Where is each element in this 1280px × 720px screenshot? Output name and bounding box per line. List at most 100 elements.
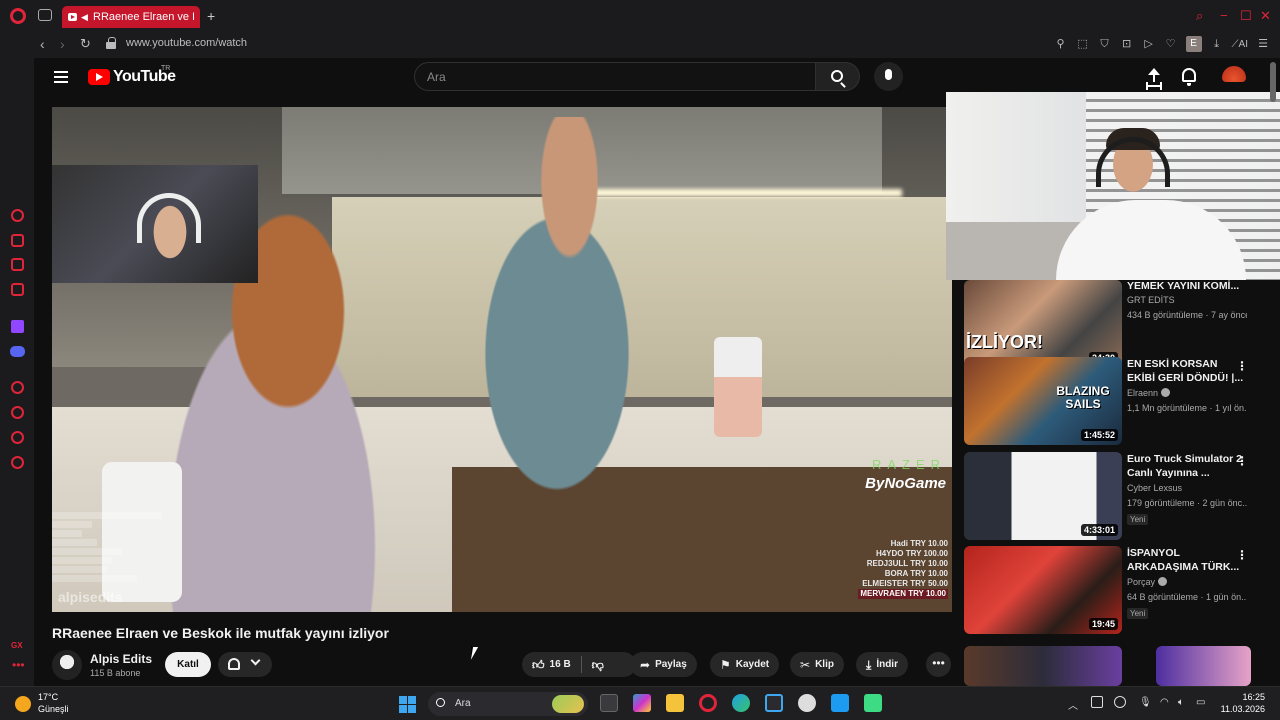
rec-more-icon[interactable]: ⋮ <box>1236 360 1248 372</box>
rec-title[interactable]: Euro Truck Simulator 2 Canlı Yayınına ..… <box>1127 452 1245 480</box>
wifi-icon[interactable]: ◠ <box>1160 697 1169 708</box>
rec-title[interactable]: YEMEK YAYINI KOMİ... <box>1127 280 1245 293</box>
heart-icon[interactable]: ♡ <box>1164 37 1178 51</box>
notifications-bell-icon[interactable] <box>1182 68 1196 82</box>
task-view-icon[interactable] <box>600 694 618 712</box>
android-app-icon[interactable] <box>864 694 882 712</box>
taskbar-search[interactable]: Ara <box>428 692 588 716</box>
search-tabs-icon[interactable]: ⌕ <box>1196 8 1203 24</box>
rec-thumbnail-side[interactable] <box>1156 646 1251 686</box>
rec-thumbnail[interactable]: BLAZING SAILS 1:45:52 <box>964 357 1122 445</box>
new-tab-button[interactable]: + <box>207 8 215 24</box>
like-count[interactable]: 16 B <box>550 659 571 670</box>
gx-control-icon[interactable] <box>11 209 24 222</box>
shield-icon[interactable]: ⛉ <box>1098 37 1112 51</box>
rec-item-partial[interactable] <box>964 646 1254 686</box>
gx-corner-icon[interactable] <box>11 234 24 247</box>
download-arrow-icon: ⤓ <box>866 657 872 672</box>
player-circle-icon[interactable] <box>11 381 24 394</box>
chatgpt-icon[interactable] <box>798 694 816 712</box>
download-icon[interactable]: ⤓ <box>1210 37 1224 51</box>
messenger-icon[interactable] <box>11 283 24 296</box>
download-button[interactable]: ⤓ İndir <box>856 652 908 677</box>
search-button[interactable] <box>816 62 860 91</box>
opera-logo-icon[interactable] <box>10 8 26 24</box>
rec-thumbnail[interactable] <box>964 646 1122 686</box>
pin-icon[interactable]: ⚲ <box>1054 37 1068 51</box>
channel-avatar[interactable] <box>52 650 82 680</box>
reload-icon[interactable]: ↻ <box>80 36 91 52</box>
file-explorer-icon[interactable] <box>666 694 684 712</box>
rec-channel[interactable]: Elraenn <box>1127 388 1171 398</box>
voice-search-button[interactable] <box>874 62 903 91</box>
copilot-icon[interactable] <box>633 694 651 712</box>
rec-thumbnail[interactable]: İZLİYOR! 24:30 <box>964 280 1122 368</box>
zoom-icon[interactable] <box>831 694 849 712</box>
taskbar-clock[interactable]: 16:25 11.03.2026 <box>1215 691 1265 715</box>
history-icon[interactable] <box>11 406 24 419</box>
join-button[interactable]: Katıl <box>165 652 211 677</box>
menu-hamburger-icon[interactable] <box>54 71 68 83</box>
vpn-icon[interactable]: ⊡ <box>1120 37 1134 51</box>
rec-channel[interactable]: GRT EDİTS <box>1127 295 1175 305</box>
easy-setup-icon[interactable]: ☰ <box>1256 37 1270 51</box>
thumbs-down-icon[interactable]: 👎︎ <box>592 659 604 671</box>
rec-title[interactable]: İSPANYOL ARKADAŞIMA TÜRK... <box>1127 546 1245 574</box>
rec-more-icon[interactable]: ⋮ <box>1236 455 1248 467</box>
rec-title[interactable]: EN ESKİ KORSAN EKİBİ GERİ DÖNDÜ! |... <box>1127 357 1245 385</box>
rec-item[interactable]: 19:45 İSPANYOL ARKADAŞIMA TÜRK... Porçay… <box>964 546 1254 636</box>
video-player[interactable]: alpisedits RAZER ByNoGame Hadi TRY 10.00… <box>52 107 952 612</box>
rec-more-icon[interactable]: ⋮ <box>1236 549 1248 561</box>
close-window-icon[interactable]: ✕ <box>1260 8 1271 24</box>
search-input[interactable]: Ara <box>414 62 816 91</box>
upload-icon[interactable] <box>1146 68 1162 86</box>
sun-icon[interactable] <box>15 696 31 712</box>
discord-icon[interactable] <box>10 346 25 357</box>
share-button[interactable]: ➦ Paylaş <box>630 652 697 677</box>
mic-tray-icon[interactable]: 🎙︎ <box>1139 697 1152 708</box>
sidebar-more-icon[interactable]: ••• <box>12 658 25 672</box>
extensions-icon[interactable] <box>11 431 24 444</box>
tray-chevron-icon[interactable]: ︿ <box>1068 697 1078 712</box>
speaker-icon[interactable]: ◀ <box>81 12 89 22</box>
url-field[interactable]: www.youtube.com/watch <box>126 37 247 49</box>
forward-icon[interactable]: › <box>60 36 65 52</box>
rec-thumbnail[interactable]: 19:45 <box>964 546 1122 634</box>
more-actions-button[interactable]: ••• <box>926 652 951 677</box>
weather-widget[interactable]: 17°C Güneşli <box>38 691 69 715</box>
minimize-icon[interactable]: − <box>1220 8 1228 23</box>
rec-channel[interactable]: Porçay <box>1127 577 1168 587</box>
windows-start-icon[interactable] <box>399 696 416 713</box>
page-scrollbar[interactable] <box>1270 62 1276 102</box>
store-icon[interactable] <box>765 694 783 712</box>
back-icon[interactable]: ‹ <box>40 36 45 52</box>
subscription-notifications-button[interactable] <box>218 652 272 677</box>
lock-icon[interactable] <box>106 37 116 50</box>
rec-thumbnail[interactable]: 4:33:01 <box>964 452 1122 540</box>
battery-icon[interactable]: ▭ <box>1196 697 1205 708</box>
channel-name[interactable]: Alpis Edits <box>90 652 152 666</box>
account-avatar[interactable] <box>1222 66 1246 82</box>
twitch-icon[interactable] <box>11 320 24 333</box>
opera-gx-taskbar-icon[interactable] <box>699 694 717 712</box>
save-button[interactable]: ⚑ Kaydet <box>710 652 780 677</box>
clip-button[interactable]: ✂ Klip <box>790 652 844 677</box>
thumbs-up-icon[interactable]: 👍︎ <box>532 659 545 671</box>
workspaces-icon[interactable] <box>38 9 52 21</box>
snapshot-icon[interactable]: ⬚ <box>1076 37 1090 51</box>
rec-item[interactable]: 4:33:01 Euro Truck Simulator 2 Canlı Yay… <box>964 452 1254 542</box>
rec-channel[interactable]: Cyber Lexsus <box>1127 483 1182 493</box>
edge-icon[interactable] <box>732 694 750 712</box>
active-tab[interactable]: ◀ RRaenee Elraen ve Be <box>62 6 200 28</box>
aria-ai-button[interactable]: ⟋AI <box>1232 39 1248 50</box>
tray-app-icon[interactable] <box>1091 696 1103 708</box>
profile-avatar[interactable]: E <box>1185 36 1202 52</box>
cloud-icon[interactable] <box>1114 696 1126 708</box>
rec-item[interactable]: BLAZING SAILS 1:45:52 EN ESKİ KORSAN EKİ… <box>964 357 1254 447</box>
maximize-icon[interactable]: ☐ <box>1240 8 1252 24</box>
player-sidebar-icon[interactable] <box>11 258 24 271</box>
player-icon[interactable]: ▷ <box>1142 37 1156 51</box>
settings-gear-icon[interactable] <box>11 456 24 469</box>
volume-icon[interactable]: 🔈︎ <box>1178 697 1184 708</box>
rec-meta: 64 B görüntüleme · 1 gün ön... <box>1127 592 1247 602</box>
